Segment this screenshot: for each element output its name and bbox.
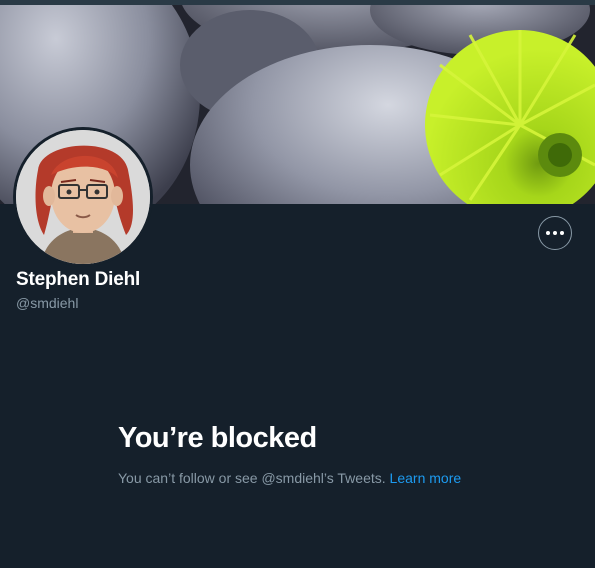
profile-page: Stephen Diehl @smdiehl You’re blocked Yo… bbox=[0, 0, 595, 568]
profile-display-name: Stephen Diehl bbox=[16, 269, 141, 290]
avatar-frame[interactable] bbox=[13, 127, 153, 267]
blocked-message-block: You can’t follow or see @smdiehl’s Tweet… bbox=[118, 468, 463, 489]
learn-more-link[interactable]: Learn more bbox=[390, 470, 462, 486]
avatar bbox=[16, 130, 150, 264]
profile-handle: @smdiehl bbox=[16, 295, 79, 311]
more-options-button[interactable] bbox=[538, 216, 572, 250]
avatar-image bbox=[16, 130, 150, 264]
blocked-title: You’re blocked bbox=[118, 422, 317, 454]
more-horizontal-icon bbox=[546, 231, 564, 235]
blocked-message: You can’t follow or see @smdiehl’s Tweet… bbox=[118, 470, 386, 486]
